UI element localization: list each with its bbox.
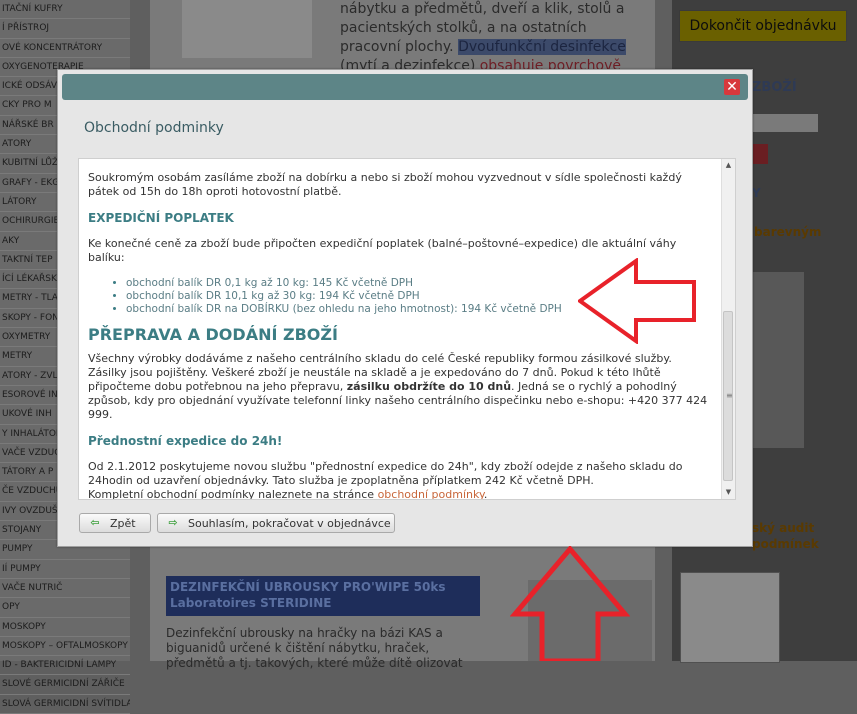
modal-title: Obchodní podminky xyxy=(84,120,224,136)
agree-continue-button[interactable]: ⇨ Souhlasím, pokračovat v objednávce xyxy=(157,513,395,533)
sidebar-category-item[interactable]: ID - BAKTERICIDNÍ LAMPY xyxy=(0,656,130,676)
close-icon[interactable]: ✕ xyxy=(724,79,740,95)
sidebar-category-item[interactable]: MOSKOPY – OFTALMOSKOPY xyxy=(0,637,130,657)
terms-link[interactable]: obchodní podmínky xyxy=(378,488,484,499)
product-title[interactable]: DEZINFEKČNÍ UBROUSKY PRO'WIPE 50ks Labor… xyxy=(166,576,480,616)
expedition-heading: EXPEDIČNÍ POPLATEK xyxy=(88,211,234,225)
scroll-up-icon[interactable]: ▲ xyxy=(724,161,733,170)
product-text: Dezinfekční ubrousky na hračky na bázi K… xyxy=(166,626,463,670)
sidebar-category-item[interactable]: MOSKOPY xyxy=(0,618,130,637)
sidebar-category-item[interactable]: OPY xyxy=(0,598,130,618)
sidebar-category-item[interactable]: SLOVÉ GERMICIDNÍ ZÁŘIČE xyxy=(0,675,130,695)
sidebar-category-item[interactable]: ITAČNÍ KUFRY xyxy=(0,0,130,20)
product-image xyxy=(182,0,312,58)
modal-header-bar: ✕ xyxy=(62,74,748,100)
cart-heading: ZBOŽÍ xyxy=(752,80,797,95)
search-button[interactable] xyxy=(752,144,768,164)
priority-heading: Přednostní expedice do 24h! xyxy=(88,434,283,448)
delivery-paragraph: Všechny výrobky dodáváme z našeho centrá… xyxy=(88,352,708,421)
sidebar-category-item[interactable]: OVÉ KONCENTRÁTORY xyxy=(0,39,130,58)
content-scrollbar[interactable]: ▲ ≡ ▼ xyxy=(721,159,735,499)
arrow-left-icon: ⇦ xyxy=(90,516,100,529)
arrow-right-icon: ⇨ xyxy=(168,516,178,529)
scroll-down-icon[interactable]: ▼ xyxy=(724,488,733,497)
sidebar-category-item[interactable]: Í PŘÍSTROJ xyxy=(0,19,130,39)
search-box[interactable] xyxy=(752,114,818,132)
audit-text: ský audit podmínek xyxy=(752,521,819,551)
full-terms-paragraph: Kompletní obchodní podmínky naleznete na… xyxy=(88,488,488,500)
right-heading: Y xyxy=(752,186,761,200)
sidebar-category-item[interactable]: IÍ PUMPY xyxy=(0,560,130,579)
finish-order-button[interactable]: Dokončit objednávku xyxy=(679,10,847,42)
intro-paragraph: Soukromým osobám zasíláme zboží na dobír… xyxy=(88,171,682,198)
back-button[interactable]: ⇦ Zpět xyxy=(79,513,151,533)
scroll-thumb[interactable]: ≡ xyxy=(723,311,733,481)
sidebar-category-item[interactable]: SLOVÁ GERMICIDNÍ SVÍTIDLA xyxy=(0,695,130,714)
annotation-arrow-up-icon xyxy=(510,546,630,661)
annotation-arrow-left-icon xyxy=(578,258,696,344)
grip-icon: ≡ xyxy=(726,391,733,400)
priority-paragraph: Od 2.1.2012 poskytujeme novou službu "př… xyxy=(88,460,683,487)
promo-heading: barevným xyxy=(754,225,822,239)
sidebar-category-item[interactable]: VAČE NUTRIČ xyxy=(0,579,130,599)
promo-device-image[interactable] xyxy=(752,272,804,448)
certificate-image xyxy=(680,572,780,663)
